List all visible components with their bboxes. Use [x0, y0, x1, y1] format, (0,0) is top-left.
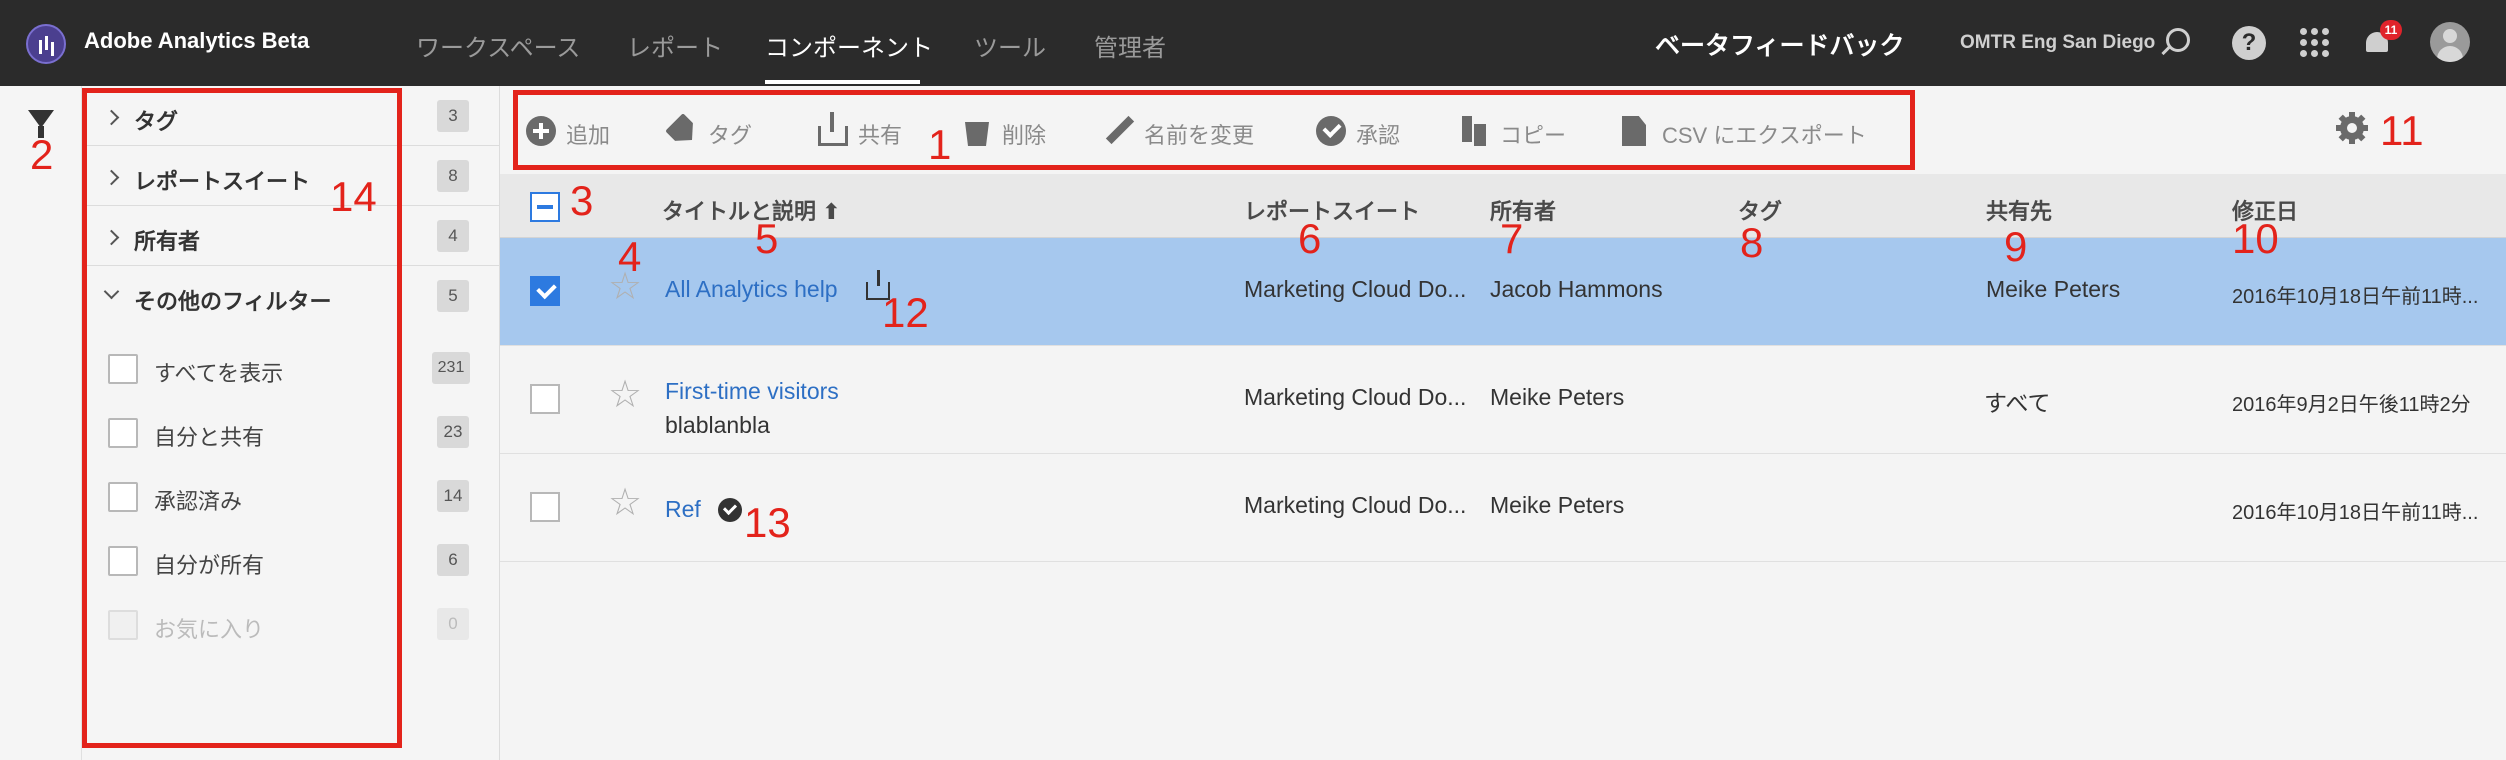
nav-reports[interactable]: レポート — [627, 28, 723, 63]
row-owner: Meike Peters — [1490, 492, 1625, 518]
table-row[interactable]: ☆ Ref Marketing Cloud Do... Meike Peters… — [500, 454, 2506, 562]
nav-workspace[interactable]: ワークスペース — [416, 28, 580, 63]
search-icon[interactable] — [2166, 28, 2190, 52]
nav-admin[interactable]: 管理者 — [1094, 28, 1166, 63]
annotation-6: 6 — [1298, 215, 1322, 262]
row-checkbox[interactable] — [530, 384, 560, 414]
row-modified: 2016年10月18日午前11時... — [2232, 286, 2479, 308]
row-title-link[interactable]: First-time visitors — [665, 378, 839, 405]
beta-feedback-link[interactable]: ベータフィードバック — [1655, 26, 1905, 62]
row-checkbox[interactable] — [530, 492, 560, 522]
row-modified: 2016年10月18日午前11時... — [2232, 502, 2479, 524]
favorite-star-icon[interactable]: ☆ — [608, 484, 642, 522]
annotation-9: 9 — [2004, 223, 2028, 270]
annotation-14: 14 — [330, 173, 377, 220]
annotation-8: 8 — [1740, 219, 1764, 266]
apps-grid-icon[interactable] — [2298, 26, 2332, 60]
count-badge: 3 — [437, 100, 469, 132]
main-content: 追加 タグ 共有 削除 名前を変更 承認 コピー CSV にエクスポート タイト… — [500, 86, 2506, 760]
table-row[interactable]: ☆ First-time visitors blablanbla Marketi… — [500, 346, 2506, 454]
annotation-4: 4 — [618, 233, 642, 280]
annotation-12: 12 — [882, 289, 929, 336]
notifications-bell-icon[interactable]: 11 — [2364, 20, 2402, 56]
row-report-suite: Marketing Cloud Do... — [1244, 276, 1467, 302]
row-owner: Meike Peters — [1490, 384, 1625, 410]
row-checkbox[interactable] — [530, 276, 560, 306]
annotation-box-toolbar — [513, 90, 1915, 170]
top-bar: Adobe Analytics Beta ワークスペース レポート コンポーネン… — [0, 0, 2506, 86]
app-title[interactable]: Adobe Analytics Beta — [84, 28, 309, 54]
row-owner: Jacob Hammons — [1490, 276, 1663, 302]
annotation-7: 7 — [1500, 215, 1524, 262]
filter-rail — [0, 86, 82, 760]
nav-tools[interactable]: ツール — [974, 28, 1046, 63]
row-report-suite: Marketing Cloud Do... — [1244, 492, 1467, 518]
favorite-star-icon[interactable]: ☆ — [608, 376, 642, 414]
row-shared-with: Meike Peters — [1986, 276, 2121, 302]
count-badge: 0 — [437, 608, 469, 640]
approved-check-icon — [718, 498, 742, 522]
annotation-3: 3 — [570, 177, 594, 224]
active-nav-indicator — [765, 80, 920, 84]
column-shared-with[interactable]: 共有先 — [1986, 194, 2052, 226]
count-badge: 8 — [437, 160, 469, 192]
count-badge: 23 — [437, 416, 469, 448]
annotation-13: 13 — [744, 499, 791, 546]
nav-components[interactable]: コンポーネント — [765, 28, 933, 63]
adobe-analytics-logo-icon[interactable] — [26, 24, 66, 64]
notification-badge: 11 — [2380, 20, 2402, 40]
row-description: blablanbla — [665, 412, 770, 438]
org-name[interactable]: OMTR Eng San Diego — [1960, 32, 2155, 54]
annotation-2: 2 — [30, 131, 54, 178]
annotation-11: 11 — [2380, 107, 2424, 154]
row-modified: 2016年9月2日午後11時2分 — [2232, 394, 2471, 416]
count-badge: 4 — [437, 220, 469, 252]
count-badge: 14 — [437, 480, 469, 512]
annotation-5: 5 — [755, 215, 779, 262]
select-all-checkbox[interactable] — [530, 192, 560, 222]
column-report-suite[interactable]: レポートスイート — [1244, 194, 1420, 226]
count-badge: 231 — [432, 352, 470, 384]
count-badge: 6 — [437, 544, 469, 576]
row-report-suite: Marketing Cloud Do... — [1244, 384, 1467, 410]
row-title-link[interactable]: All Analytics help — [665, 276, 838, 303]
annotation-1: 1 — [928, 121, 952, 168]
user-avatar[interactable] — [2430, 22, 2470, 62]
filter-funnel-icon[interactable] — [28, 110, 54, 138]
column-title[interactable]: タイトルと説明 ⬆ — [662, 194, 841, 226]
count-badge: 5 — [437, 280, 469, 312]
settings-gear-icon[interactable] — [2336, 112, 2368, 144]
row-title-link[interactable]: Ref — [665, 496, 701, 523]
annotation-10: 10 — [2232, 215, 2279, 262]
row-shared-with: すべて — [1984, 390, 2051, 416]
help-icon[interactable]: ? — [2232, 26, 2266, 60]
